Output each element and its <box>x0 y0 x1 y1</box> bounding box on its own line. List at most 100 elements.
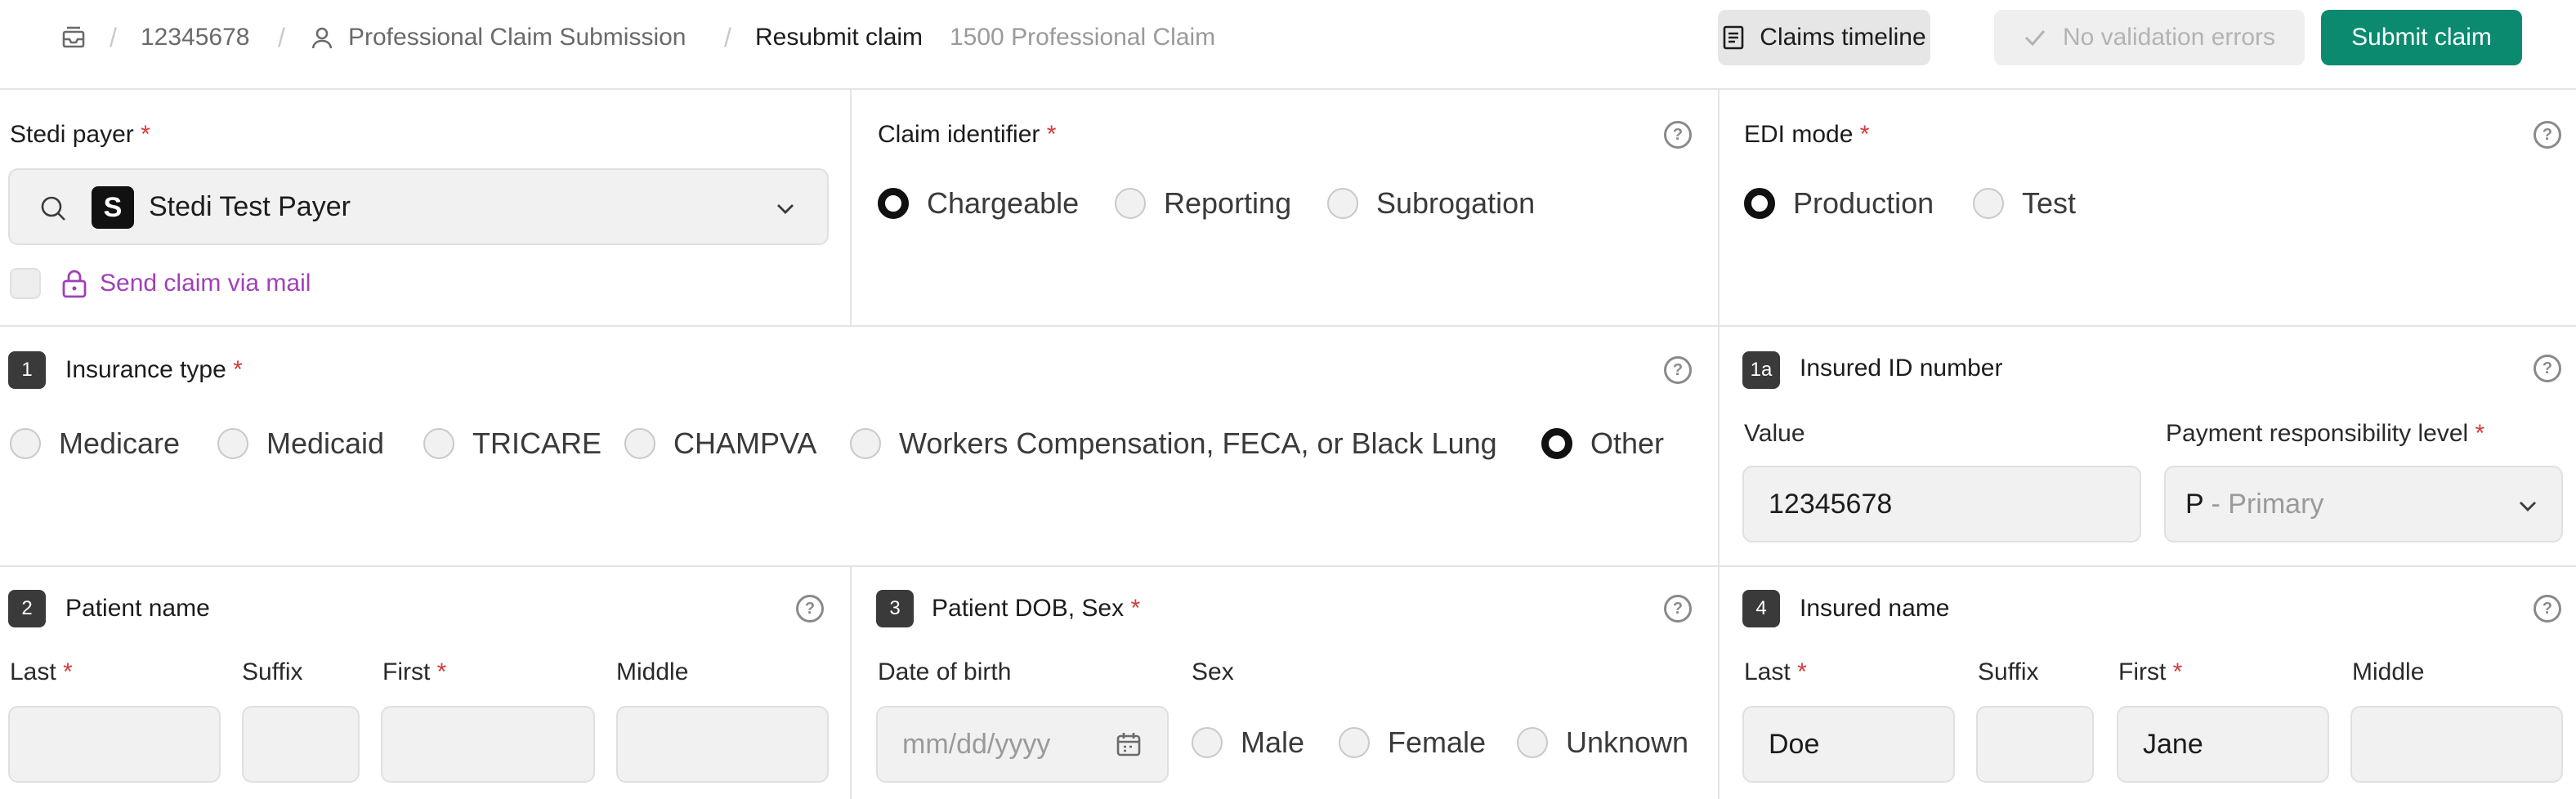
submit-claim-button[interactable]: Submit claim <box>2321 10 2522 65</box>
validation-status-button[interactable]: No validation errors <box>1994 10 2305 65</box>
insured-first-name-value: Jane <box>2143 729 2203 760</box>
first-name-label: First * <box>382 658 447 685</box>
divider <box>850 567 852 799</box>
radio-subrogation[interactable]: Subrogation <box>1327 186 1535 221</box>
list-icon <box>1722 25 1745 50</box>
breadcrumb-current: Resubmit claim <box>755 24 924 51</box>
radio-button <box>1339 727 1370 758</box>
radio-button <box>10 428 41 459</box>
insured-suffix-input[interactable] <box>1976 706 2094 783</box>
breadcrumb-separator: / <box>724 22 731 52</box>
section-number-badge: 1a <box>1742 351 1780 389</box>
suffix-label: Suffix <box>1978 658 2039 685</box>
insured-id-label: Insured ID number <box>1800 355 2003 382</box>
radio-other[interactable]: Other <box>1541 426 1664 461</box>
divider <box>1718 90 1720 799</box>
radio-label: Chargeable <box>927 186 1080 220</box>
radio-tricare[interactable]: TRICARE <box>423 426 602 461</box>
radio-reporting[interactable]: Reporting <box>1115 186 1291 221</box>
chevron-down-icon <box>2516 493 2540 518</box>
section-number-badge: 1 <box>8 351 46 389</box>
patient-last-name-input[interactable] <box>8 706 221 783</box>
help-icon[interactable]: ? <box>1664 356 1692 384</box>
claims-timeline-button[interactable]: Claims timeline <box>1718 10 1930 65</box>
date-of-birth-placeholder: mm/dd/yyyy <box>902 729 1051 760</box>
help-icon[interactable]: ? <box>796 595 824 623</box>
patient-middle-name-input[interactable] <box>616 706 829 783</box>
payer-select[interactable]: S Stedi Test Payer <box>8 168 829 245</box>
help-icon[interactable]: ? <box>2534 121 2561 149</box>
radio-button <box>850 428 881 459</box>
send-via-mail-link[interactable]: Send claim via mail <box>100 270 311 297</box>
divider <box>0 565 2576 567</box>
radio-test[interactable]: Test <box>1973 186 2076 221</box>
divider <box>0 325 2576 327</box>
breadcrumb-separator: / <box>110 22 117 52</box>
breadcrumb-separator: / <box>278 22 285 52</box>
radio-button <box>423 428 454 459</box>
insurance-type-label: Insurance type * <box>65 356 243 383</box>
middle-name-label: Middle <box>616 658 689 685</box>
radio-button <box>1744 188 1775 219</box>
first-name-label: First * <box>2118 658 2183 685</box>
radio-medicaid[interactable]: Medicaid <box>217 426 384 461</box>
date-of-birth-input[interactable]: mm/dd/yyyy <box>876 706 1169 783</box>
help-icon[interactable]: ? <box>1664 595 1692 623</box>
user-icon <box>309 0 335 75</box>
patient-suffix-input[interactable] <box>242 706 360 783</box>
radio-label: Production <box>1793 186 1934 220</box>
payment-responsibility-select[interactable]: P - Primary <box>2164 466 2563 542</box>
patient-name-label: Patient name <box>65 595 210 622</box>
divider <box>850 90 852 327</box>
patient-dob-sex-label: Patient DOB, Sex * <box>932 595 1141 622</box>
radio-label: Subrogation <box>1376 186 1536 220</box>
send-via-mail-checkbox[interactable] <box>10 268 41 299</box>
section-number-badge: 2 <box>8 590 46 627</box>
radio-button <box>1327 188 1358 219</box>
insured-first-name-input[interactable]: Jane <box>2117 706 2329 783</box>
radio-button <box>624 428 655 459</box>
help-icon[interactable]: ? <box>1664 121 1692 149</box>
radio-button <box>217 428 248 459</box>
insured-middle-name-input[interactable] <box>2350 706 2563 783</box>
payer-logo: S <box>92 186 134 229</box>
edi-mode-label: EDI mode * <box>1744 121 1870 148</box>
last-name-label: Last * <box>1744 658 1807 685</box>
help-icon[interactable]: ? <box>2534 355 2561 382</box>
radio-medicare[interactable]: Medicare <box>10 426 180 461</box>
radio-label: Test <box>2022 186 2077 220</box>
section-number-badge: 4 <box>1742 590 1780 627</box>
sex-label: Sex <box>1192 658 1234 685</box>
patient-first-name-input[interactable] <box>381 706 595 783</box>
section-number-badge: 3 <box>876 590 914 627</box>
page-subtitle: 1500 Professional Claim <box>950 24 1216 51</box>
radio-female[interactable]: Female <box>1339 725 1486 760</box>
chevron-down-icon <box>773 196 798 221</box>
radio-button <box>878 188 909 219</box>
radio-label: Male <box>1241 725 1305 759</box>
radio-label: CHAMPVA <box>673 426 817 460</box>
radio-production[interactable]: Production <box>1744 186 1934 221</box>
radio-champva[interactable]: CHAMPVA <box>624 426 816 461</box>
date-of-birth-label: Date of birth <box>878 658 1012 685</box>
validation-status-label: No validation errors <box>2062 24 2276 51</box>
value-label: Value <box>1744 420 1805 447</box>
radio-unknown[interactable]: Unknown <box>1517 725 1688 760</box>
claims-timeline-label: Claims timeline <box>1760 24 1926 51</box>
radio-label: Medicaid <box>266 426 385 460</box>
radio-workers-compensation[interactable]: Workers Compensation, FECA, or Black Lun… <box>850 426 1497 461</box>
breadcrumb-claim-number[interactable]: 12345678 <box>141 0 249 75</box>
insured-last-name-input[interactable]: Doe <box>1742 706 1955 783</box>
inbox-icon[interactable] <box>60 0 87 75</box>
insured-last-name-value: Doe <box>1769 729 1820 760</box>
breadcrumb-form[interactable]: Professional Claim Submission <box>348 0 686 75</box>
calendar-icon[interactable] <box>1115 730 1143 758</box>
radio-male[interactable]: Male <box>1192 725 1304 760</box>
radio-chargeable[interactable]: Chargeable <box>878 186 1079 221</box>
radio-label: TRICARE <box>472 426 602 460</box>
insured-id-input[interactable]: 12345678 <box>1742 466 2141 542</box>
insured-id-value: 12345678 <box>1769 489 1893 520</box>
help-icon[interactable]: ? <box>2534 595 2561 623</box>
radio-button <box>1973 188 2004 219</box>
radio-button <box>1115 188 1146 219</box>
